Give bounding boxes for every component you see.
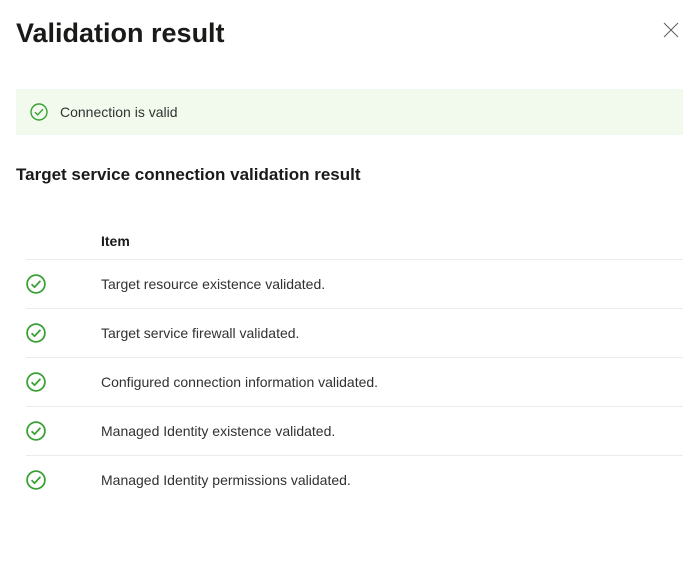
column-status bbox=[26, 233, 101, 249]
row-status-icon bbox=[26, 274, 101, 294]
table-row: Target service firewall validated. bbox=[26, 308, 683, 357]
page-title: Validation result bbox=[16, 18, 225, 49]
close-icon bbox=[663, 22, 679, 41]
close-button[interactable] bbox=[659, 18, 683, 45]
table-row: Managed Identity existence validated. bbox=[26, 406, 683, 455]
checkmark-circle-icon bbox=[26, 323, 46, 343]
checkmark-circle-icon bbox=[30, 103, 48, 121]
banner-message: Connection is valid bbox=[60, 104, 178, 120]
table-header: Item bbox=[26, 223, 683, 259]
section-title: Target service connection validation res… bbox=[16, 165, 683, 185]
checkmark-circle-icon bbox=[26, 421, 46, 441]
checkmark-circle-icon bbox=[26, 470, 46, 490]
status-banner: Connection is valid bbox=[16, 89, 683, 135]
validation-table: Item Target resource existence validated… bbox=[16, 223, 683, 504]
table-row: Target resource existence validated. bbox=[26, 259, 683, 308]
row-status-icon bbox=[26, 372, 101, 392]
table-row: Configured connection information valida… bbox=[26, 357, 683, 406]
row-status-icon bbox=[26, 323, 101, 343]
table-row: Managed Identity permissions validated. bbox=[26, 455, 683, 504]
row-item-text: Target service firewall validated. bbox=[101, 325, 299, 341]
row-item-text: Configured connection information valida… bbox=[101, 374, 378, 390]
row-item-text: Managed Identity permissions validated. bbox=[101, 472, 351, 488]
checkmark-circle-icon bbox=[26, 274, 46, 294]
row-status-icon bbox=[26, 470, 101, 490]
row-status-icon bbox=[26, 421, 101, 441]
header: Validation result bbox=[16, 18, 683, 49]
row-item-text: Target resource existence validated. bbox=[101, 276, 325, 292]
checkmark-circle-icon bbox=[26, 372, 46, 392]
row-item-text: Managed Identity existence validated. bbox=[101, 423, 335, 439]
column-item-label: Item bbox=[101, 233, 130, 249]
